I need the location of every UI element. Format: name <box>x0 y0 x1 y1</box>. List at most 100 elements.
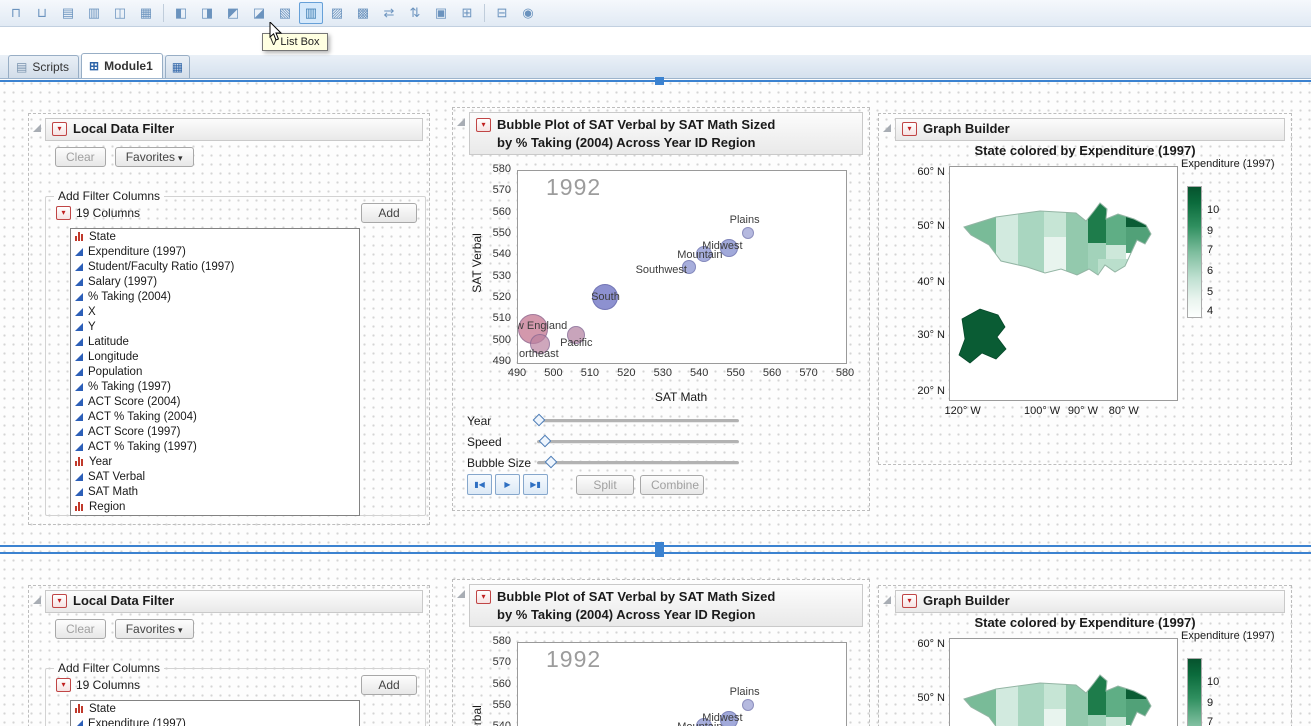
filter-column-item-taking-2004[interactable]: % Taking (2004) <box>71 289 359 304</box>
step-back-button[interactable]: ▮◀ <box>467 474 492 495</box>
toolbar-icon-11[interactable]: ▧ <box>273 2 297 24</box>
toolbar-icon-13[interactable]: ▨ <box>325 2 349 24</box>
filter-column-item-act-score-2004[interactable]: ACT Score (2004) <box>71 394 359 409</box>
speed-slider[interactable] <box>537 440 739 444</box>
collapse-arrow-icon[interactable] <box>33 124 41 132</box>
bubble-plot-area[interactable]: 1992 New EnglandNortheastPacificSouthSou… <box>517 642 847 726</box>
clear-button[interactable]: Clear <box>55 619 106 639</box>
toolbar-icon-5[interactable]: ◫ <box>108 2 132 24</box>
v-list-box-icon[interactable]: ▥ <box>299 2 323 24</box>
filter-column-item-y[interactable]: Y <box>71 319 359 334</box>
filter-column-item-region[interactable]: Region <box>71 499 359 514</box>
filter-column-item-expenditure-1997[interactable]: Expenditure (1997) <box>71 716 359 726</box>
red-triangle-menu-icon[interactable]: ▾ <box>52 594 67 608</box>
filter-column-item-taking-1997[interactable]: % Taking (1997) <box>71 379 359 394</box>
local-data-filter-panel: ▾ Local Data Filter Clear Favorites▾ Add… <box>28 585 430 726</box>
toolbar-icon-8[interactable]: ◨ <box>195 2 219 24</box>
filter-column-item-longitude[interactable]: Longitude <box>71 349 359 364</box>
combine-button[interactable]: Combine <box>640 475 704 495</box>
collapse-arrow-icon[interactable] <box>457 118 465 126</box>
toolbar-gap <box>0 27 1311 55</box>
bubble-plains[interactable] <box>742 699 754 711</box>
favorites-button[interactable]: Favorites▾ <box>115 147 194 167</box>
red-triangle-menu-icon[interactable]: ▾ <box>476 118 491 132</box>
speed-slider-label: Speed <box>467 435 537 449</box>
filter-column-item-latitude[interactable]: Latitude <box>71 334 359 349</box>
chevron-down-icon: ▾ <box>178 153 183 163</box>
filter-column-item-state[interactable]: State <box>71 229 359 244</box>
design-canvas[interactable]: ▾ Local Data Filter Clear Favorites▾ Add… <box>0 79 1311 726</box>
toolbar-icon-17[interactable]: ▣ <box>429 2 453 24</box>
filter-column-item-act-taking-1997[interactable]: ACT % Taking (1997) <box>71 439 359 454</box>
filter-panel-header[interactable]: ▾ Local Data Filter <box>45 590 423 613</box>
toolbar-icon-9[interactable]: ◩ <box>221 2 245 24</box>
column-label: ACT Score (1997) <box>88 426 180 438</box>
year-indicator: 1992 <box>546 174 601 201</box>
collapse-arrow-icon[interactable] <box>33 596 41 604</box>
year-slider[interactable] <box>537 419 739 423</box>
map-y-tick: 50° N <box>907 220 945 232</box>
red-triangle-menu-icon[interactable]: ▾ <box>476 590 491 604</box>
filter-column-item-student-faculty-ratio-1997[interactable]: Student/Faculty Ratio (1997) <box>71 259 359 274</box>
collapse-arrow-icon[interactable] <box>883 596 891 604</box>
toolbar-icon-15[interactable]: ⇄ <box>377 2 401 24</box>
filter-column-item-sat-verbal[interactable]: SAT Verbal <box>71 469 359 484</box>
filter-column-item-salary-1997[interactable]: Salary (1997) <box>71 274 359 289</box>
step-forward-button[interactable]: ▶▮ <box>523 474 548 495</box>
red-triangle-menu-icon[interactable]: ▾ <box>902 122 917 136</box>
map-plot-area[interactable] <box>949 638 1178 726</box>
red-triangle-menu-icon[interactable]: ▾ <box>902 594 917 608</box>
favorites-button[interactable]: Favorites▾ <box>115 619 194 639</box>
filter-column-item-expenditure-1997[interactable]: Expenditure (1997) <box>71 244 359 259</box>
filter-column-item-x[interactable]: X <box>71 304 359 319</box>
bubble-size-slider[interactable] <box>537 461 739 465</box>
map-plot-area[interactable] <box>949 166 1178 401</box>
bubble-plains[interactable] <box>742 227 754 239</box>
bubble-panel-header[interactable]: ▾ Bubble Plot of SAT Verbal by SAT Math … <box>469 112 863 155</box>
toolbar: ⊓⊔▤▥◫▦◧◨◩◪▧▥▨▩⇄⇅▣⊞⊟◉ <box>0 0 1311 27</box>
add-button[interactable]: Add <box>361 675 417 695</box>
y-tick: 540 <box>481 248 511 260</box>
toolbar-icon-2[interactable]: ⊔ <box>30 2 54 24</box>
tab-module1[interactable]: ⊞ Module1 <box>81 53 163 78</box>
collapse-arrow-icon[interactable] <box>883 124 891 132</box>
splitter-handle[interactable] <box>655 77 664 85</box>
toolbar-icon-14[interactable]: ▩ <box>351 2 375 24</box>
columns-red-triangle-icon[interactable]: ▾ <box>56 206 71 220</box>
graph-panel-header[interactable]: ▾ Graph Builder <box>895 590 1285 613</box>
filter-columns-list[interactable]: StateExpenditure (1997)Student/Faculty R… <box>70 228 360 516</box>
toolbar-icon-4[interactable]: ▥ <box>82 2 106 24</box>
speed-slider-thumb[interactable] <box>539 435 552 448</box>
red-triangle-menu-icon[interactable]: ▾ <box>52 122 67 136</box>
add-button[interactable]: Add <box>361 203 417 223</box>
filter-column-item-act-score-1997[interactable]: ACT Score (1997) <box>71 424 359 439</box>
toolbar-icon-20[interactable]: ◉ <box>516 2 540 24</box>
collapse-arrow-icon[interactable] <box>457 590 465 598</box>
graph-panel-header[interactable]: ▾ Graph Builder <box>895 118 1285 141</box>
clear-button[interactable]: Clear <box>55 147 106 167</box>
filter-column-item-sat-math[interactable]: SAT Math <box>71 484 359 499</box>
filter-column-item-state[interactable]: State <box>71 701 359 716</box>
split-button[interactable]: Split <box>576 475 634 495</box>
toolbar-icon-7[interactable]: ◧ <box>169 2 193 24</box>
splitter-handle[interactable] <box>655 549 664 557</box>
bubble-panel-header[interactable]: ▾ Bubble Plot of SAT Verbal by SAT Math … <box>469 584 863 627</box>
filter-panel-header[interactable]: ▾ Local Data Filter <box>45 118 423 141</box>
tab-new-module[interactable]: ▦ <box>165 55 190 78</box>
filter-column-item-act-taking-2004[interactable]: ACT % Taking (2004) <box>71 409 359 424</box>
filter-columns-list[interactable]: StateExpenditure (1997)Student/Faculty R… <box>70 700 360 726</box>
filter-column-item-year[interactable]: Year <box>71 454 359 469</box>
columns-red-triangle-icon[interactable]: ▾ <box>56 678 71 692</box>
toolbar-icon-10[interactable]: ◪ <box>247 2 271 24</box>
toolbar-icon-3[interactable]: ▤ <box>56 2 80 24</box>
tab-scripts[interactable]: ▤ Scripts <box>8 55 79 78</box>
bubble-size-slider-thumb[interactable] <box>545 456 558 469</box>
toolbar-icon-18[interactable]: ⊞ <box>455 2 479 24</box>
bubble-plot-area[interactable]: 1992 New EnglandNortheastPacificSouthSou… <box>517 170 847 364</box>
toolbar-icon-19[interactable]: ⊟ <box>490 2 514 24</box>
play-button[interactable]: ▶ <box>495 474 520 495</box>
toolbar-icon-6[interactable]: ▦ <box>134 2 158 24</box>
filter-column-item-population[interactable]: Population <box>71 364 359 379</box>
toolbar-icon-1[interactable]: ⊓ <box>4 2 28 24</box>
toolbar-icon-16[interactable]: ⇅ <box>403 2 427 24</box>
